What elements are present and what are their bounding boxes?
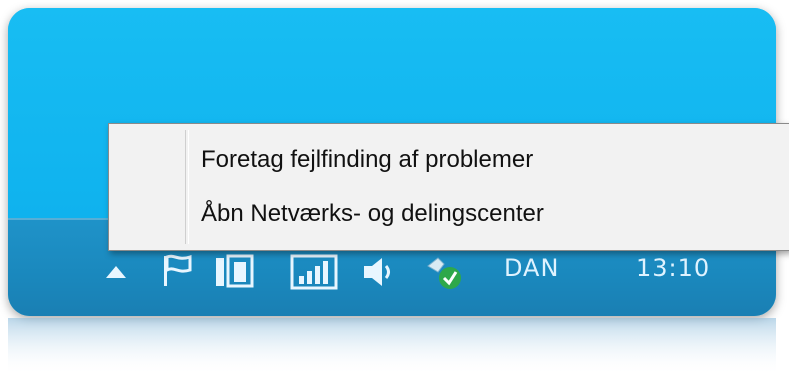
network-signal-icon[interactable] [290, 254, 338, 290]
action-center-flag-icon[interactable] [160, 252, 196, 288]
menu-separator [185, 130, 189, 244]
notification-area: DAN 13:10 [8, 252, 776, 292]
language-indicator[interactable]: DAN [504, 254, 559, 282]
power-battery-icon[interactable] [214, 252, 256, 290]
screen-reflection [8, 318, 776, 388]
menu-item-open-network-center[interactable]: Åbn Netværks- og delingscenter [201, 200, 544, 228]
clock[interactable]: 13:10 [636, 254, 710, 282]
volume-icon[interactable] [360, 254, 396, 290]
windows-update-shield-icon[interactable] [422, 252, 466, 292]
network-context-menu: Foretag fejlfinding af problemer Åbn Net… [108, 123, 789, 251]
screenshot-stage: DAN 13:10 Foretag fejlfinding af problem… [0, 0, 789, 388]
reflection-fade [8, 318, 776, 388]
show-hidden-icons-arrow-icon[interactable] [104, 264, 128, 280]
menu-item-troubleshoot[interactable]: Foretag fejlfinding af problemer [201, 146, 533, 174]
